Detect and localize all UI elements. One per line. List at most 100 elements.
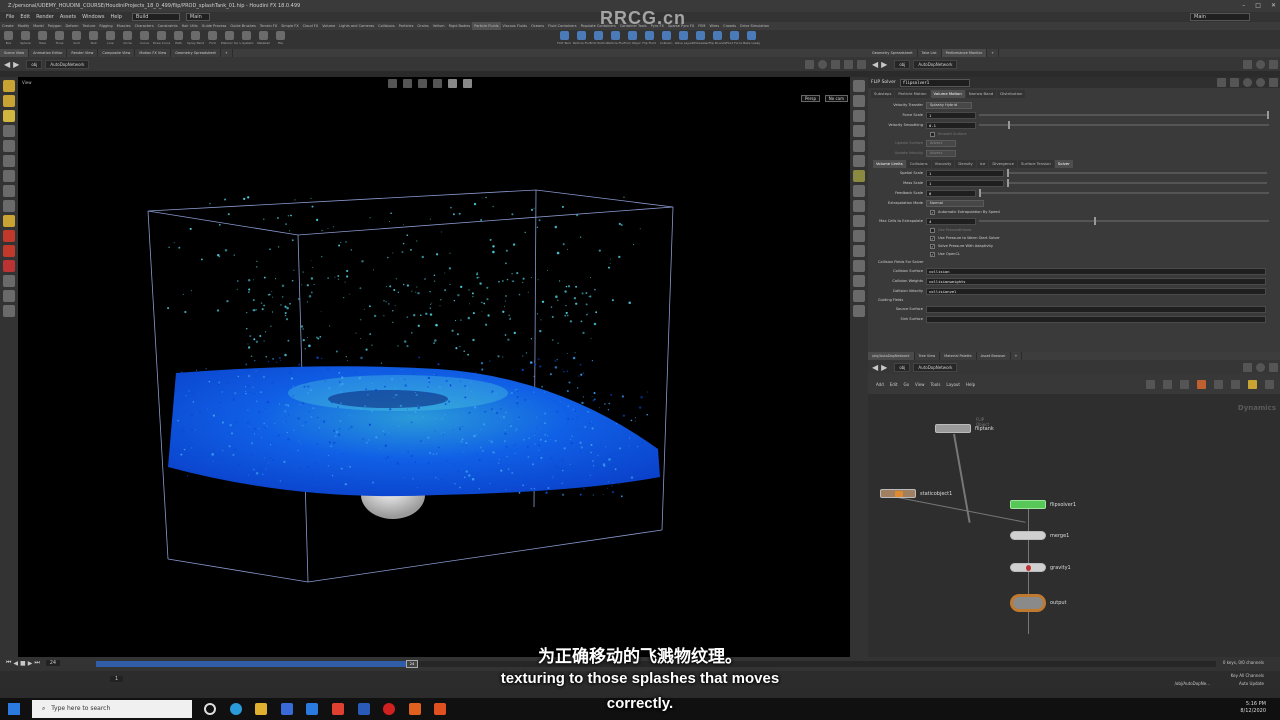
display-abc-icon[interactable] — [853, 290, 865, 302]
shelf-tool-box[interactable]: Box — [0, 30, 17, 45]
drag-tool-icon[interactable] — [3, 245, 15, 257]
grid-snap-icon[interactable] — [1180, 379, 1189, 389]
shelf-tool-curve[interactable]: Curve — [136, 30, 153, 45]
pin-icon[interactable] — [805, 59, 814, 69]
menu-help[interactable]: Help — [966, 382, 975, 387]
lock-icon[interactable] — [3, 140, 15, 152]
shelf-tab[interactable]: Volume — [320, 22, 337, 30]
desktop-select[interactable]: Build — [131, 13, 180, 21]
scale-tool-icon[interactable] — [3, 200, 15, 212]
node-body[interactable] — [1010, 500, 1046, 509]
node-body[interactable] — [1010, 594, 1046, 612]
display-wire-icon[interactable] — [853, 245, 865, 257]
shelf-tool-emit-particle-fluid[interactable]: Emit Particle Fluid — [590, 30, 607, 45]
display-safe-icon[interactable] — [853, 200, 865, 212]
menu-go[interactable]: Go — [904, 382, 910, 387]
shelf-tool-collision[interactable]: Collision — [658, 30, 675, 45]
tab-viscosity[interactable]: Viscosity — [931, 160, 955, 168]
display-number-icon[interactable] — [853, 260, 865, 272]
update-surface-menu[interactable]: Advect — [926, 139, 956, 147]
shelf-tab[interactable]: Fluid Containers — [546, 22, 578, 30]
tab-tree-view[interactable]: Tree View — [915, 352, 941, 360]
shelf-tab[interactable]: Particle Fluids — [472, 22, 501, 30]
shelf-tool-spray-paint[interactable]: Spray Paint — [187, 30, 204, 45]
link-icon[interactable] — [1256, 362, 1265, 372]
brush-tool-icon[interactable] — [3, 215, 15, 227]
tab-divergence[interactable]: Divergence — [989, 160, 1017, 168]
pointer-icon[interactable] — [3, 125, 15, 137]
menu-file[interactable]: File — [6, 14, 14, 20]
path-obj[interactable]: obj — [894, 59, 911, 69]
forward-icon[interactable]: ▶ — [13, 60, 19, 69]
search-icon[interactable] — [1243, 78, 1252, 87]
auto-extrapolation-checkbox[interactable]: ✓ — [930, 209, 935, 215]
shelf-tab[interactable]: Model — [31, 22, 46, 30]
tab-narrow-band[interactable]: Narrow Band — [965, 90, 997, 98]
shelf-tab[interactable]: Rigging — [97, 22, 114, 30]
add-tab-icon[interactable]: + — [221, 49, 233, 57]
velocity-smoothing-field[interactable]: 0.1 — [926, 121, 976, 129]
layout-icon[interactable] — [1269, 362, 1278, 372]
shelf-tool-flip-boundary[interactable]: Flip Boundary — [709, 30, 726, 45]
source-surface-field[interactable] — [926, 305, 1266, 313]
maximize-icon[interactable]: □ — [1255, 0, 1261, 12]
network-image-icon[interactable] — [1231, 379, 1240, 389]
snap-icon[interactable] — [3, 275, 15, 287]
shelf-tab[interactable]: Hair Utils — [180, 22, 200, 30]
shelf-tab[interactable]: Terrain FX — [258, 22, 279, 30]
view-tool-icon[interactable] — [3, 185, 15, 197]
tab-volume-motion[interactable]: Volume Motion — [930, 90, 965, 98]
shelf-tool-metaball[interactable]: Metaball — [255, 30, 272, 45]
menu-edit[interactable]: Edit — [890, 382, 898, 387]
max-cells-field[interactable]: 4 — [926, 217, 976, 225]
shelf-tool-particle-fluid[interactable]: Particle Fluid — [607, 30, 624, 45]
shelf-tab[interactable]: Oceans — [529, 22, 546, 30]
shelf-tool-from-object[interactable]: From Object — [624, 30, 641, 45]
houdini-help-icon[interactable] — [1230, 78, 1239, 87]
shelf-tab[interactable]: Viscous Fluids — [501, 22, 530, 30]
shelf-tool-whitewater[interactable]: Whitewater — [692, 30, 709, 45]
link-icon[interactable] — [1256, 59, 1265, 69]
tab-particle-motion[interactable]: Particle Motion — [895, 90, 930, 98]
node-name-field[interactable]: flipsolver1 — [899, 78, 970, 87]
shelf-tab[interactable]: Grains — [415, 22, 430, 30]
back-icon[interactable]: ◀ — [4, 60, 10, 69]
tab-network-path[interactable]: /obj/AutoDopNetwork — [868, 352, 915, 360]
velocity-transfer-menu[interactable]: Splashy Hybrid — [926, 101, 972, 109]
tab-distribution[interactable]: Distribution — [997, 90, 1026, 98]
display-points-icon[interactable] — [853, 80, 865, 92]
shelf-tool-circle[interactable]: Circle — [119, 30, 136, 45]
menu-assets[interactable]: Assets — [60, 14, 76, 20]
display-grid-icon[interactable] — [853, 155, 865, 167]
collision-weights-field[interactable]: collisionweights — [926, 277, 1266, 285]
layout-icon[interactable] — [1269, 59, 1278, 69]
tab-motion-fx-view[interactable]: Motion FX View — [135, 49, 172, 57]
target-icon[interactable] — [3, 290, 15, 302]
gear-icon[interactable] — [1217, 78, 1226, 87]
node-merge1[interactable]: merge1 — [1010, 531, 1069, 540]
spatial-scale-field[interactable]: 1 — [926, 169, 1004, 177]
collision-surface-field[interactable]: collision — [926, 267, 1266, 275]
display-template-icon[interactable] — [853, 125, 865, 137]
tab-collisions[interactable]: Collisions — [906, 160, 931, 168]
tab-render-view[interactable]: Render View — [67, 49, 99, 57]
handle-tool-icon[interactable] — [3, 170, 15, 182]
scene-viewport[interactable]: View Persp No cam — [18, 77, 850, 657]
use-preconditioner-checkbox[interactable] — [930, 227, 935, 233]
shelf-tab[interactable]: FEM — [696, 22, 707, 30]
shelf-tab[interactable]: Modify — [16, 22, 32, 30]
mass-scale-slider[interactable] — [1007, 179, 1267, 187]
menu-help[interactable]: Help — [110, 14, 121, 20]
node-fliptank[interactable]: FLIP Object fliptank — [935, 417, 994, 433]
shelf-tool-particle-fluid[interactable]: Particle Fluid — [573, 30, 590, 45]
node-body[interactable] — [1010, 563, 1046, 572]
render-region-icon[interactable] — [3, 230, 15, 242]
shelf-tool-flip-fluid[interactable]: Flip Fluid — [641, 30, 658, 45]
mass-scale-field[interactable]: 1 — [926, 179, 1004, 187]
node-flipsolver1[interactable]: flipsolver1 — [1010, 500, 1076, 509]
shelf-tab[interactable]: Create — [0, 22, 16, 30]
link-icon[interactable] — [818, 59, 827, 69]
shelf-tab[interactable]: Texture — [81, 22, 98, 30]
rotate-tool-icon[interactable] — [3, 110, 15, 122]
tab-solver[interactable]: Solver — [1054, 160, 1073, 168]
